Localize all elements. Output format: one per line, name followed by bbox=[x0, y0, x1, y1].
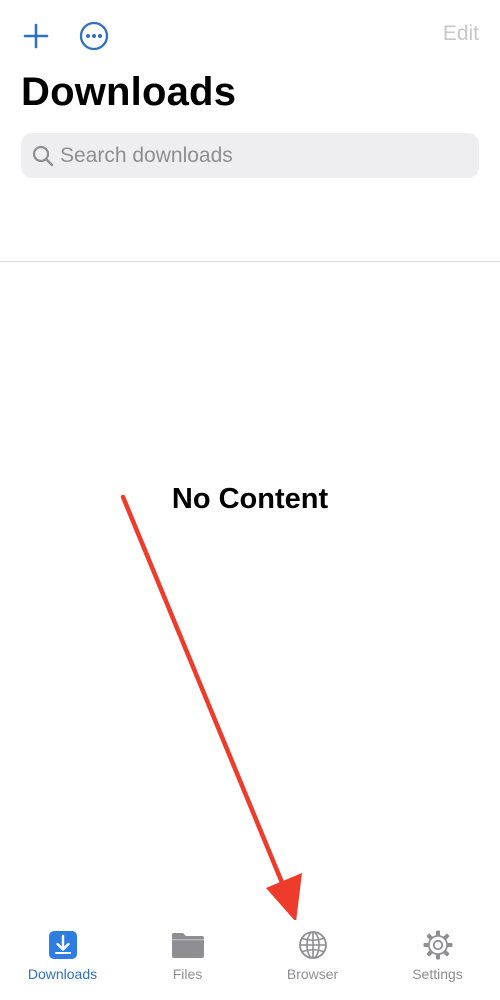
search-icon bbox=[31, 144, 55, 168]
tab-label-browser: Browser bbox=[286, 966, 339, 982]
download-tray-icon bbox=[46, 928, 80, 962]
tab-files[interactable]: Files bbox=[125, 920, 250, 1000]
page-title: Downloads bbox=[21, 70, 237, 114]
globe-icon bbox=[296, 928, 330, 962]
tab-label-files: Files bbox=[172, 966, 203, 982]
add-button[interactable] bbox=[18, 18, 54, 54]
tab-bar: Downloads Files Browser Settings bbox=[0, 920, 500, 1000]
tab-settings[interactable]: Settings bbox=[375, 920, 500, 1000]
more-options-button[interactable] bbox=[76, 18, 112, 54]
folder-icon bbox=[171, 928, 205, 962]
ellipsis-circle-icon bbox=[79, 21, 109, 51]
tab-label-downloads: Downloads bbox=[27, 966, 98, 982]
app-screen: Edit Downloads No Content bbox=[0, 0, 500, 1000]
tab-browser[interactable]: Browser bbox=[250, 920, 375, 1000]
empty-state-message: No Content bbox=[171, 483, 329, 515]
tab-label-settings: Settings bbox=[412, 966, 463, 982]
section-divider bbox=[0, 261, 500, 262]
tab-downloads[interactable]: Downloads bbox=[0, 920, 125, 1000]
edit-button[interactable]: Edit bbox=[443, 22, 479, 46]
gear-icon bbox=[421, 928, 455, 962]
plus-icon bbox=[23, 23, 49, 49]
navigation-bar: Edit bbox=[0, 0, 500, 70]
search-bar[interactable] bbox=[21, 133, 479, 178]
search-input[interactable] bbox=[60, 143, 460, 168]
